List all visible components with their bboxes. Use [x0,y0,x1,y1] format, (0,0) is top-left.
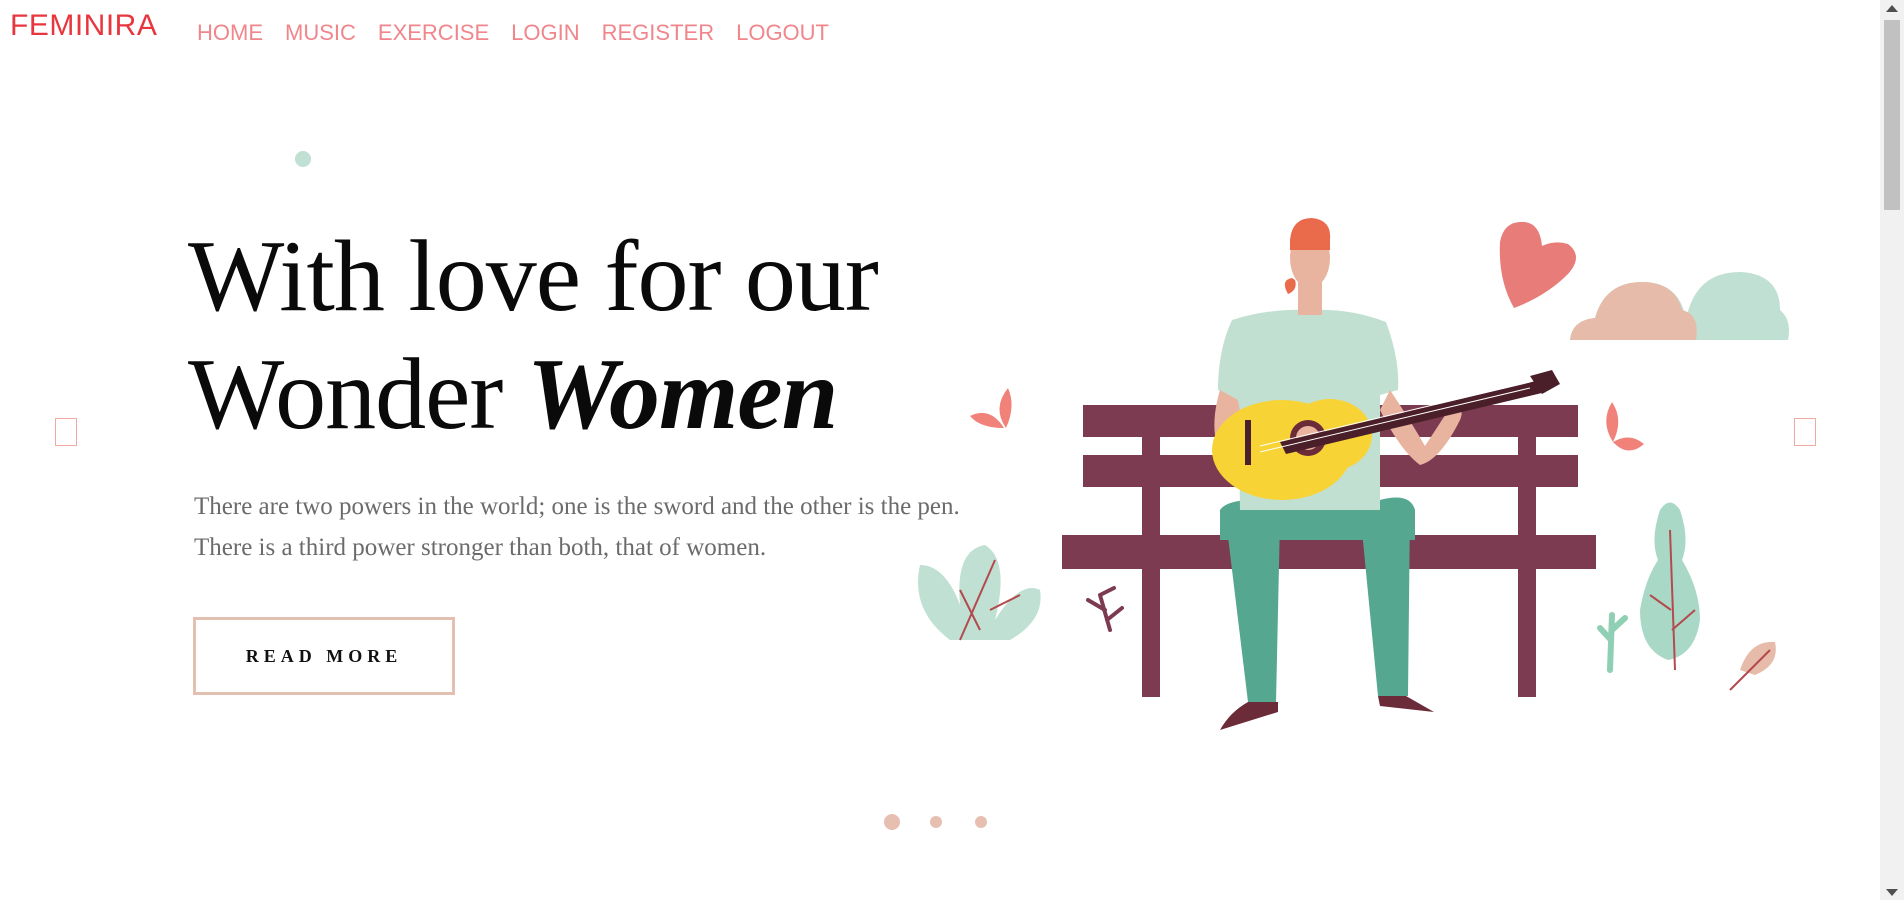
slider-dot-3[interactable] [975,816,987,828]
hero-title-line1: With love for our [188,220,879,333]
leaf-bottom-right-illustration [1740,641,1776,675]
tree-right-illustration [1640,502,1700,671]
nav-menu: HOME MUSIC EXERCISE LOGIN REGISTER LOGOU… [197,20,829,46]
slider-dot-1[interactable] [884,814,900,830]
nav-music-link[interactable]: MUSIC [285,20,356,46]
top-navigation: FEMINIRA HOME MUSIC EXERCISE LOGIN REGIS… [0,0,1880,60]
nav-exercise-link[interactable]: EXERCISE [378,20,489,46]
scroll-thumb[interactable] [1884,20,1900,210]
nav-register-link[interactable]: REGISTER [602,20,714,46]
hero-illustration [918,218,1789,730]
hero-title: With love for our Wonder Women [188,218,879,454]
page-scrollbar[interactable] [1880,0,1904,900]
hero-title-emphasis: Women [526,338,838,451]
leaf-left-illustration [999,388,1012,428]
decorative-dot [295,151,311,167]
slider-dots [884,812,994,832]
slider-dot-2[interactable] [930,816,942,828]
hero-description-line1: There are two powers in the world; one i… [194,493,960,520]
slider-next-button[interactable] [1794,418,1816,446]
nav-home-link[interactable]: HOME [197,20,263,46]
bush-left-illustration [918,545,1041,641]
read-more-button[interactable]: READ MORE [193,617,455,695]
scroll-down-arrow-icon[interactable] [1886,889,1898,896]
small-plant-illustration [1086,586,1124,632]
cloud-illustration [1570,272,1789,340]
slider-prev-button[interactable] [55,418,77,446]
brand-logo[interactable]: FEMINIRA [10,9,157,43]
heart-illustration [1499,221,1576,308]
hero-title-line2-prefix: Wonder [188,338,527,451]
hero-description-line2: There is a third power stronger than bot… [194,534,767,561]
nav-login-link[interactable]: LOGIN [511,20,579,46]
sprout-illustration [1597,612,1628,673]
nav-logout-link[interactable]: LOGOUT [736,20,829,46]
scroll-up-arrow-icon[interactable] [1886,5,1898,12]
leaf-right-illustration [1606,402,1619,442]
